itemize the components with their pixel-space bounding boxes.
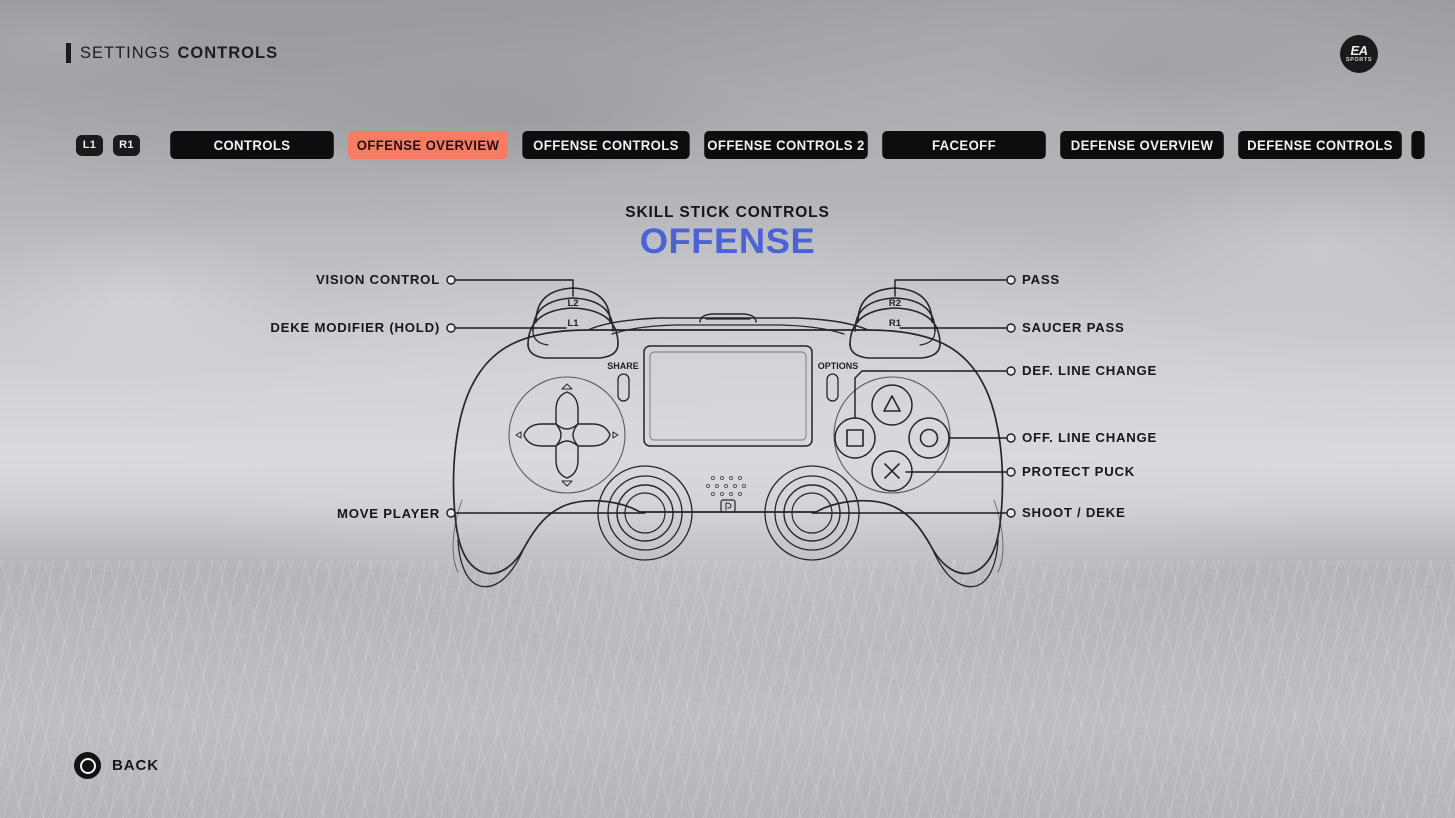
- ea-sports-text: SPORTS: [1345, 57, 1373, 63]
- triangle-glyph: [883, 395, 901, 412]
- background-clouds: [0, 0, 1455, 818]
- background-ice-sheen: [0, 540, 1455, 818]
- tab-offense-controls-2[interactable]: OFFENSE CONTROLS 2: [704, 131, 868, 159]
- left-analog-stick: [597, 465, 693, 561]
- l2-button-label: L2: [567, 298, 578, 309]
- ps-circle-button-icon: [74, 752, 101, 779]
- callout-off-line-change: OFF. LINE CHANGE: [1022, 430, 1158, 445]
- page-title: SETTINGS CONTROLS: [80, 44, 278, 63]
- callout-shoot-deke: SHOOT / DEKE: [1022, 505, 1126, 520]
- breadcrumb-controls: CONTROLS: [177, 43, 279, 62]
- settings-controls-screen: SETTINGS CONTROLS EA SPORTS L1 R1 CONTRO…: [0, 0, 1455, 818]
- face-button-ring: [833, 376, 951, 494]
- callout-protect-puck: PROTECT PUCK: [1022, 464, 1136, 479]
- ps-home-button: [720, 499, 736, 513]
- controller-body: [452, 329, 1004, 575]
- r2-button-label: R2: [889, 298, 901, 309]
- controller-diagram: L2 L1 R2 R1 SHARE OPTIONS: [446, 275, 1016, 588]
- face-buttons: [834, 384, 950, 492]
- r1-button-label: R1: [889, 318, 902, 329]
- ea-sports-logo: EA SPORTS: [1340, 35, 1378, 73]
- breadcrumb-settings: SETTINGS: [80, 43, 171, 62]
- leader-lines: [446, 275, 1016, 518]
- back-button-label: BACK: [112, 757, 159, 774]
- callout-saucer-pass: SAUCER PASS: [1022, 320, 1125, 335]
- tab-offense-controls[interactable]: OFFENSE CONTROLS: [522, 131, 690, 159]
- section-subtitle: SKILL STICK CONTROLS: [625, 204, 830, 221]
- tab-bar[interactable]: L1 R1 CONTROLS OFFENSE OVERVIEW OFFENSE CO…: [76, 131, 1429, 159]
- bumper-l1-hint[interactable]: L1: [76, 134, 103, 156]
- dpad-ring: [508, 376, 626, 494]
- share-button: [617, 373, 630, 402]
- tab-controls[interactable]: CONTROLS: [170, 131, 334, 159]
- triangle-button: [871, 384, 913, 426]
- tab-defense-overview[interactable]: DEFENSE OVERVIEW: [1060, 131, 1224, 159]
- section-title: OFFENSE: [639, 222, 816, 261]
- l1-button-label: L1: [567, 318, 579, 329]
- options-button: [826, 373, 839, 402]
- bumper-r1-hint[interactable]: R1: [113, 134, 140, 156]
- share-button-label: SHARE: [607, 361, 639, 371]
- callout-def-line-change: DEF. LINE CHANGE: [1022, 363, 1158, 378]
- ea-logo-text: EA: [1350, 43, 1368, 58]
- tab-offense-overview[interactable]: OFFENSE OVERVIEW: [348, 131, 508, 159]
- breadcrumb: SETTINGS CONTROLS: [66, 43, 278, 63]
- right-analog-stick: [764, 465, 860, 561]
- dpad: [515, 383, 619, 487]
- right-triggers: [849, 287, 941, 359]
- left-triggers: [527, 287, 619, 359]
- circle-glyph: [919, 428, 939, 448]
- speaker-grille: [705, 475, 747, 497]
- tab-faceoff[interactable]: FACEOFF: [882, 131, 1046, 159]
- cross-button: [871, 450, 913, 492]
- callout-vision-control: VISION CONTROL: [315, 272, 440, 287]
- background-ice-texture: [0, 560, 1455, 818]
- square-glyph: [846, 429, 864, 447]
- callout-pass: PASS: [1022, 272, 1060, 287]
- header-accent-bar: [66, 43, 71, 63]
- touchpad: [643, 345, 813, 447]
- circle-button: [908, 417, 950, 459]
- tab-defense-controls[interactable]: DEFENSE CONTROLS: [1238, 131, 1402, 159]
- options-button-label: OPTIONS: [818, 361, 859, 371]
- back-button[interactable]: BACK: [74, 752, 159, 779]
- callout-deke-modifier-hold: DEKE MODIFIER (HOLD): [270, 320, 440, 335]
- callout-move-player: MOVE PLAYER: [336, 506, 440, 521]
- tab-partial-offscreen[interactable]: [1411, 131, 1425, 159]
- cross-glyph: [884, 463, 900, 479]
- square-button: [834, 417, 876, 459]
